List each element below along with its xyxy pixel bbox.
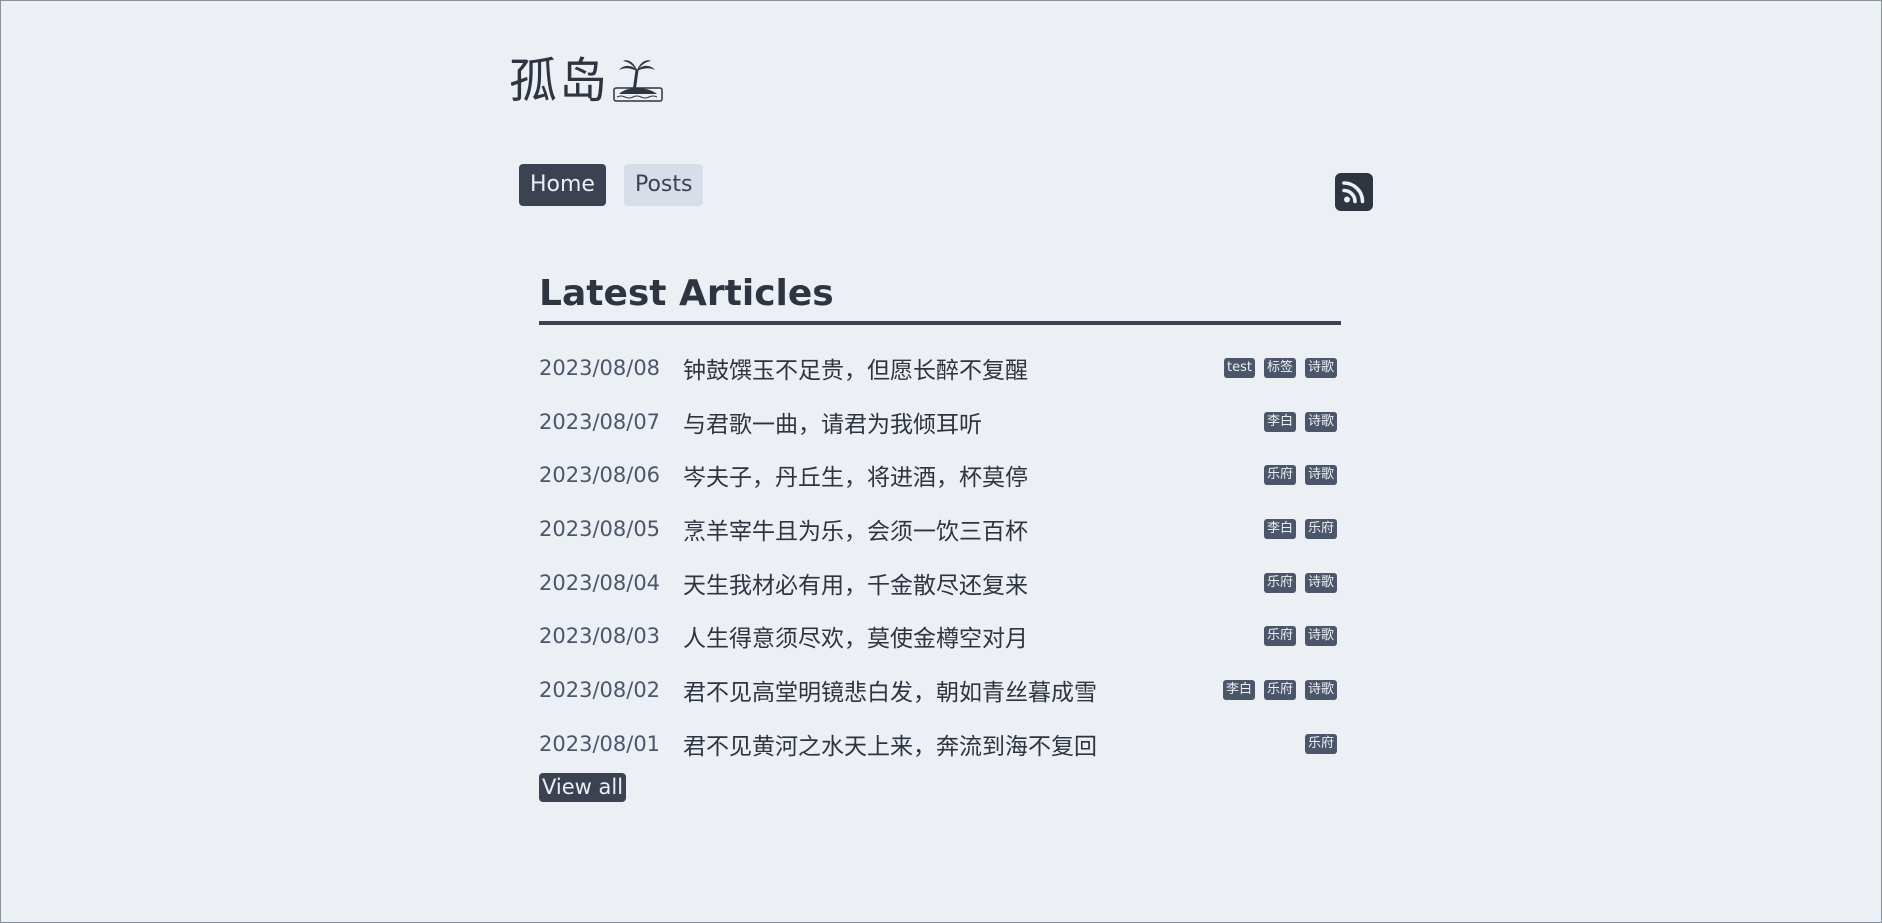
article-tags: 乐府 诗歌 [1263,626,1341,647]
article-date: 2023/08/04 [539,570,661,595]
tag-badge[interactable]: 李白 [1263,518,1296,539]
tag-badge[interactable]: 标签 [1263,357,1296,378]
rss-icon [1342,181,1365,204]
article-tags: 乐府 诗歌 [1263,465,1341,486]
tag-badge[interactable]: 诗歌 [1304,572,1337,593]
article-date: 2023/08/06 [539,463,661,488]
article-tags: 李白 乐府 诗歌 [1222,679,1341,700]
article-tags: 乐府 诗歌 [1263,572,1341,593]
latest-articles-heading: Latest Articles [539,271,1341,325]
article-row: 2023/08/03 人生得意须尽欢，莫使金樽空对月 乐府 诗歌 [539,609,1341,663]
tag-badge[interactable]: 诗歌 [1304,357,1337,378]
tag-badge[interactable]: 李白 [1222,679,1255,700]
tag-badge[interactable]: 乐府 [1304,733,1337,754]
tag-badge[interactable]: 诗歌 [1304,465,1337,486]
article-date: 2023/08/07 [539,409,661,434]
article-row: 2023/08/08 钟鼓馔玉不足贵，但愿长醉不复醒 test 标签 诗歌 [539,341,1341,395]
tag-badge[interactable]: 诗歌 [1304,679,1337,700]
nav-posts-button[interactable]: Posts [623,164,704,206]
article-title-link[interactable]: 烹羊宰牛且为乐，会须一饮三百杯 [683,512,1264,546]
article-date: 2023/08/08 [539,355,661,380]
article-date: 2023/08/05 [539,516,661,541]
tag-badge[interactable]: 乐府 [1263,465,1296,486]
article-tags: test 标签 诗歌 [1224,357,1341,378]
tag-badge[interactable]: 李白 [1263,411,1296,432]
article-date: 2023/08/02 [539,677,661,702]
article-date: 2023/08/01 [539,731,661,756]
article-row: 2023/08/07 与君歌一曲，请君为我倾耳听 李白 诗歌 [539,395,1341,449]
tag-badge[interactable]: test [1224,357,1255,378]
article-row: 2023/08/01 君不见黄河之水天上来，奔流到海不复回 乐府 [539,717,1341,771]
tag-badge[interactable]: 乐府 [1263,679,1296,700]
tag-badge[interactable]: 诗歌 [1304,411,1337,432]
tag-badge[interactable]: 诗歌 [1304,626,1337,647]
article-list: 2023/08/08 钟鼓馔玉不足贵，但愿长醉不复醒 test 标签 诗歌 20… [539,341,1341,771]
tag-badge[interactable]: 乐府 [1304,518,1337,539]
tag-badge[interactable]: 乐府 [1263,572,1296,593]
tag-badge[interactable]: 乐府 [1263,626,1296,647]
nav-home-button[interactable]: Home [519,164,606,206]
article-row: 2023/08/05 烹羊宰牛且为乐，会须一饮三百杯 李白 乐府 [539,502,1341,556]
site-title[interactable]: 孤岛 [509,51,609,111]
island-icon [613,56,663,102]
article-tags: 李白 乐府 [1263,518,1341,539]
article-title-link[interactable]: 岑夫子，丹丘生，将进酒，杯莫停 [683,458,1264,492]
article-tags: 乐府 [1304,733,1341,754]
page-container: 孤岛 Home Posts Latest Articles 2023/08/08… [509,1,1374,922]
site-header[interactable]: 孤岛 [509,51,663,111]
view-all-button[interactable]: View all [539,772,627,802]
article-title-link[interactable]: 与君歌一曲，请君为我倾耳听 [683,405,1264,439]
main-content: Latest Articles 2023/08/08 钟鼓馔玉不足贵，但愿长醉不… [539,271,1341,802]
article-tags: 李白 诗歌 [1263,411,1341,432]
article-row: 2023/08/06 岑夫子，丹丘生，将进酒，杯莫停 乐府 诗歌 [539,448,1341,502]
article-date: 2023/08/03 [539,624,661,649]
article-row: 2023/08/02 君不见高堂明镜悲白发，朝如青丝暮成雪 李白 乐府 诗歌 [539,663,1341,717]
main-nav: Home Posts [519,164,704,206]
article-row: 2023/08/04 天生我材必有用，千金散尽还复来 乐府 诗歌 [539,556,1341,610]
article-title-link[interactable]: 君不见高堂明镜悲白发，朝如青丝暮成雪 [683,673,1223,707]
article-title-link[interactable]: 天生我材必有用，千金散尽还复来 [683,566,1264,600]
rss-button[interactable] [1335,173,1373,211]
article-title-link[interactable]: 钟鼓馔玉不足贵，但愿长醉不复醒 [683,351,1224,385]
article-title-link[interactable]: 人生得意须尽欢，莫使金樽空对月 [683,619,1264,653]
article-title-link[interactable]: 君不见黄河之水天上来，奔流到海不复回 [683,727,1305,761]
